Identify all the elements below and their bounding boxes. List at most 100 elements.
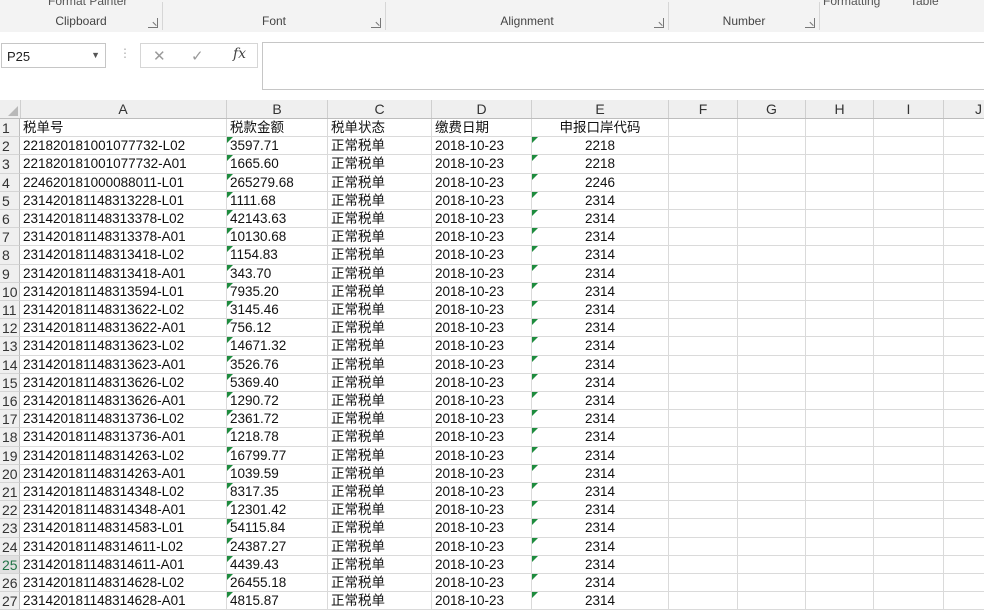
- cell-c[interactable]: 正常税单: [328, 447, 432, 465]
- cell-b[interactable]: 1665.60: [227, 155, 328, 173]
- cell-c[interactable]: 正常税单: [328, 155, 432, 173]
- cell-e[interactable]: 2314: [532, 319, 669, 337]
- cell-d[interactable]: 2018-10-23: [432, 392, 532, 410]
- cell-a[interactable]: 224620181000088011-L01: [20, 174, 227, 192]
- row-header[interactable]: 27: [0, 592, 20, 610]
- cell-a1[interactable]: 税单号: [20, 119, 227, 137]
- cell-b[interactable]: 14671.32: [227, 337, 328, 355]
- cell-empty[interactable]: [669, 228, 738, 246]
- cell-d[interactable]: 2018-10-23: [432, 592, 532, 610]
- cell-c[interactable]: 正常税单: [328, 228, 432, 246]
- cell-b[interactable]: 2361.72: [227, 410, 328, 428]
- column-header-a[interactable]: A: [20, 100, 227, 118]
- cell-c[interactable]: 正常税单: [328, 538, 432, 556]
- cell-e[interactable]: 2314: [532, 538, 669, 556]
- row-header[interactable]: 2: [0, 137, 20, 155]
- cell-e[interactable]: 2314: [532, 428, 669, 446]
- cell-d[interactable]: 2018-10-23: [432, 410, 532, 428]
- cell-empty[interactable]: [944, 319, 984, 337]
- column-header-b[interactable]: B: [227, 100, 328, 118]
- cell-empty[interactable]: [944, 574, 984, 592]
- cell-empty[interactable]: [874, 356, 944, 374]
- cell-empty[interactable]: [806, 519, 874, 537]
- row-header[interactable]: 7: [0, 228, 20, 246]
- cell-d[interactable]: 2018-10-23: [432, 319, 532, 337]
- row-header[interactable]: 18: [0, 428, 20, 446]
- cell-empty[interactable]: [944, 538, 984, 556]
- cell-empty[interactable]: [944, 337, 984, 355]
- cell-empty[interactable]: [806, 410, 874, 428]
- cell-a[interactable]: 231420181148313378-L02: [20, 210, 227, 228]
- row-header[interactable]: 26: [0, 574, 20, 592]
- alignment-launcher-icon[interactable]: [654, 18, 664, 28]
- cell-c[interactable]: 正常税单: [328, 192, 432, 210]
- cell-empty[interactable]: [669, 265, 738, 283]
- cell-b[interactable]: 4815.87: [227, 592, 328, 610]
- cell-empty[interactable]: [944, 428, 984, 446]
- cell-empty[interactable]: [806, 119, 874, 137]
- cell-a[interactable]: 231420181148314348-L02: [20, 483, 227, 501]
- cell-empty[interactable]: [874, 465, 944, 483]
- cell-c[interactable]: 正常税单: [328, 501, 432, 519]
- cell-empty[interactable]: [738, 374, 806, 392]
- cell-empty[interactable]: [806, 210, 874, 228]
- cell-a[interactable]: 231420181148314628-A01: [20, 592, 227, 610]
- cell-empty[interactable]: [874, 228, 944, 246]
- cell-e[interactable]: 2314: [532, 410, 669, 428]
- cell-e[interactable]: 2314: [532, 265, 669, 283]
- cell-c[interactable]: 正常税单: [328, 592, 432, 610]
- cell-e[interactable]: 2246: [532, 174, 669, 192]
- cell-empty[interactable]: [738, 428, 806, 446]
- cell-empty[interactable]: [874, 428, 944, 446]
- font-launcher-icon[interactable]: [371, 18, 381, 28]
- cell-empty[interactable]: [669, 174, 738, 192]
- cell-empty[interactable]: [944, 483, 984, 501]
- cell-empty[interactable]: [944, 447, 984, 465]
- insert-function-icon[interactable]: fx: [233, 46, 246, 62]
- cell-b[interactable]: 1290.72: [227, 392, 328, 410]
- cell-empty[interactable]: [874, 538, 944, 556]
- cell-c[interactable]: 正常税单: [328, 174, 432, 192]
- cell-empty[interactable]: [944, 301, 984, 319]
- cell-empty[interactable]: [944, 556, 984, 574]
- cell-d1[interactable]: 缴费日期: [432, 119, 532, 137]
- cell-a[interactable]: 231420181148314263-A01: [20, 465, 227, 483]
- cell-a[interactable]: 231420181148313418-L02: [20, 246, 227, 264]
- cell-c[interactable]: 正常税单: [328, 519, 432, 537]
- cell-empty[interactable]: [738, 592, 806, 610]
- cell-d[interactable]: 2018-10-23: [432, 155, 532, 173]
- cell-empty[interactable]: [944, 137, 984, 155]
- cell-empty[interactable]: [669, 319, 738, 337]
- cell-d[interactable]: 2018-10-23: [432, 265, 532, 283]
- cell-empty[interactable]: [874, 519, 944, 537]
- cell-b[interactable]: 16799.77: [227, 447, 328, 465]
- cell-empty[interactable]: [738, 301, 806, 319]
- cell-a[interactable]: 231420181148313623-L02: [20, 337, 227, 355]
- cell-empty[interactable]: [944, 265, 984, 283]
- cell-a[interactable]: 231420181148314628-L02: [20, 574, 227, 592]
- cell-c[interactable]: 正常税单: [328, 337, 432, 355]
- cell-empty[interactable]: [669, 337, 738, 355]
- cell-empty[interactable]: [944, 410, 984, 428]
- cell-empty[interactable]: [806, 483, 874, 501]
- cell-b[interactable]: 10130.68: [227, 228, 328, 246]
- cell-empty[interactable]: [806, 283, 874, 301]
- row-header[interactable]: 3: [0, 155, 20, 173]
- cell-empty[interactable]: [738, 519, 806, 537]
- cell-empty[interactable]: [669, 447, 738, 465]
- cell-empty[interactable]: [874, 137, 944, 155]
- cell-empty[interactable]: [669, 210, 738, 228]
- cell-a[interactable]: 231420181148314348-A01: [20, 501, 227, 519]
- cell-empty[interactable]: [806, 174, 874, 192]
- cell-empty[interactable]: [738, 574, 806, 592]
- cell-empty[interactable]: [944, 392, 984, 410]
- column-header-e[interactable]: E: [532, 100, 669, 118]
- column-header-i[interactable]: I: [874, 100, 944, 118]
- cell-a[interactable]: 231420181148313626-A01: [20, 392, 227, 410]
- cell-empty[interactable]: [806, 192, 874, 210]
- cell-b[interactable]: 3597.71: [227, 137, 328, 155]
- row-header[interactable]: 9: [0, 265, 20, 283]
- cell-a[interactable]: 231420181148313626-L02: [20, 374, 227, 392]
- cell-d[interactable]: 2018-10-23: [432, 483, 532, 501]
- cell-empty[interactable]: [738, 319, 806, 337]
